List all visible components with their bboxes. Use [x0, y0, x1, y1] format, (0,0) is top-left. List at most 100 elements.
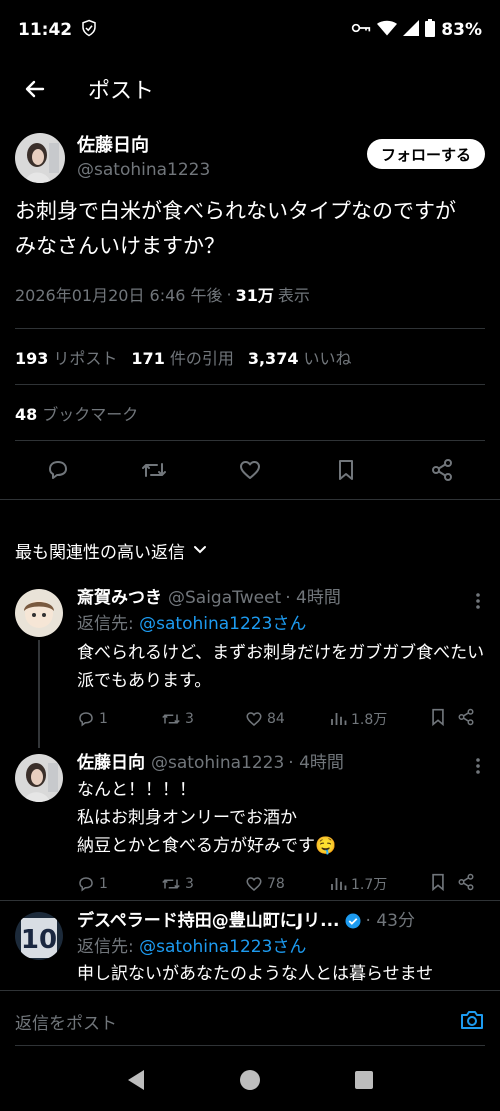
analytics-icon — [331, 713, 347, 725]
reply-like-button[interactable]: 78 — [245, 875, 329, 893]
bookmark-count: 48 — [15, 404, 38, 424]
post-meta: 2026年01月20日 6:46 午後 · 31万 表示 — [0, 276, 500, 312]
reply-like-count: 78 — [267, 876, 285, 892]
reply-repost-count: 3 — [185, 876, 194, 892]
reply-icon — [49, 461, 67, 479]
nav-recents-button[interactable] — [354, 1070, 374, 1094]
avatar[interactable]: 10 — [15, 912, 63, 960]
share-icon — [432, 459, 452, 481]
reply-metrics: 1 3 84 1.8万 — [77, 701, 485, 737]
like-label: いいね — [303, 348, 352, 368]
reply-share-button[interactable] — [457, 873, 475, 895]
reply-author-name[interactable]: デスペラード持田@豊山町にJリ... — [77, 908, 340, 934]
reply-item[interactable]: 佐藤日向 @satohina1223 · 4時間 なんと！！！！ 私はお刺身オン… — [0, 750, 500, 895]
reply-to-line: 返信先: @satohina1223さん — [77, 611, 485, 637]
reply-sort-selector[interactable]: 最も関連性の高い返信 — [0, 530, 500, 570]
reply-to-prefix: 返信先: — [77, 937, 140, 957]
avatar[interactable] — [15, 589, 63, 637]
reply-bookmark-button[interactable] — [429, 872, 447, 896]
avatar[interactable] — [15, 133, 65, 183]
reply-reply-button[interactable]: 1 — [77, 875, 161, 893]
camera-icon[interactable] — [459, 1008, 485, 1036]
author-handle[interactable]: @satohina1223 — [77, 158, 210, 182]
reply-reply-count: 1 — [99, 711, 108, 727]
view-label: 表示 — [277, 286, 310, 305]
reply-to-user[interactable]: @satohina1223さん — [139, 937, 306, 957]
likes-stat[interactable]: 3,374 いいね — [248, 345, 352, 369]
reply-sort-label: 最も関連性の高い返信 — [15, 542, 185, 563]
reply-item[interactable]: 斎賀みつき @SaigaTweet · 4時間 返信先: @satohina12… — [0, 585, 500, 750]
reposts-stat[interactable]: 193 リポスト — [15, 345, 117, 369]
bookmark-icon — [432, 873, 444, 892]
quote-count: 171 — [131, 348, 165, 368]
main-post: 佐藤日向 @satohina1223 フォローする お刺身で白米が食べられないタ… — [0, 118, 500, 500]
back-button[interactable] — [0, 60, 70, 118]
follow-button[interactable]: フォローする — [366, 139, 485, 169]
reply-text: なんと！！！！ 私はお刺身オンリーでお酒か 納豆とかと食べる方が好みです🤤 — [77, 780, 337, 856]
share-icon — [458, 873, 474, 891]
reply-time: · 43分 — [365, 911, 415, 931]
reply-item[interactable]: 10 デスペラード持田@豊山町にJリ... · 43分 返信先: @satohi… — [0, 908, 500, 990]
reply-to-line: 返信先: @satohina1223さん — [77, 934, 485, 960]
quotes-stat[interactable]: 171 件の引用 — [131, 345, 233, 369]
reply-like-count: 84 — [267, 711, 285, 727]
reply-metrics: 1 3 78 1.7万 — [77, 866, 485, 902]
reply-reply-count: 1 — [99, 876, 108, 892]
reply-reply-button[interactable]: 1 — [77, 710, 161, 728]
reply-time: · 4時間 — [285, 588, 341, 608]
post-timestamp[interactable]: 2026年01月20日 6:46 午後 — [15, 282, 223, 306]
like-button[interactable] — [230, 450, 270, 490]
share-button[interactable] — [422, 450, 462, 490]
chevron-down-icon — [194, 546, 206, 554]
reply-to-prefix: 返信先: — [77, 614, 140, 634]
square-recents-icon — [354, 1070, 373, 1089]
post-actions — [0, 441, 500, 499]
repost-button[interactable] — [134, 450, 174, 490]
reply-view-count: 1.7万 — [351, 877, 388, 893]
battery-icon — [425, 18, 436, 42]
reply-to-user[interactable]: @satohina1223さん — [139, 614, 306, 634]
reply-icon — [79, 712, 93, 727]
reply-repost-button[interactable]: 3 — [161, 875, 245, 893]
reply-views-button[interactable]: 1.8万 — [329, 709, 413, 729]
more-options-icon[interactable] — [476, 758, 480, 778]
reply-bookmark-button[interactable] — [429, 707, 447, 731]
reply-author-handle[interactable]: @satohina1223 — [151, 750, 284, 776]
repost-icon — [162, 879, 180, 889]
status-bar: 11:42 83% — [0, 0, 500, 60]
bookmark-button[interactable] — [326, 450, 366, 490]
bookmarks-stat[interactable]: 48 ブックマーク — [15, 401, 138, 425]
repost-icon — [142, 463, 166, 477]
bookmark-icon — [339, 460, 353, 480]
nav-home-button[interactable] — [239, 1069, 261, 1095]
reply-composer[interactable]: 返信をポスト — [0, 990, 500, 1052]
nav-back-button[interactable] — [126, 1069, 146, 1095]
heart-icon — [240, 461, 260, 479]
quote-label: 件の引用 — [169, 348, 234, 368]
reply-view-count: 1.8万 — [351, 712, 388, 728]
reply-button[interactable] — [38, 450, 78, 490]
reply-repost-button[interactable]: 3 — [161, 710, 245, 728]
reply-author-name[interactable]: 斎賀みつき — [77, 585, 162, 611]
verified-badge-icon — [345, 913, 361, 929]
reply-views-button[interactable]: 1.7万 — [329, 874, 413, 894]
reply-repost-count: 3 — [185, 711, 194, 727]
like-count: 3,374 — [247, 348, 299, 368]
reply-author-handle[interactable]: @SaigaTweet — [168, 585, 281, 611]
reply-author-name[interactable]: 佐藤日向 — [77, 750, 145, 776]
avatar[interactable] — [15, 754, 63, 802]
author-name[interactable]: 佐藤日向 — [77, 134, 210, 158]
cellular-icon — [403, 19, 420, 41]
reply-icon — [79, 877, 93, 892]
page-title: ポスト — [88, 79, 155, 104]
triangle-back-icon — [128, 1069, 145, 1090]
share-icon — [458, 708, 474, 726]
system-nav-bar — [0, 1052, 500, 1111]
arrow-left-icon — [25, 80, 45, 98]
reply-like-button[interactable]: 84 — [245, 710, 329, 728]
reply-input-placeholder[interactable]: 返信をポスト — [15, 1009, 117, 1034]
repost-label: リポスト — [53, 348, 118, 368]
more-options-icon[interactable] — [476, 593, 480, 613]
post-text: お刺身で白米が食べられないタイプなのですが みなさんいけますか？ — [15, 199, 456, 258]
reply-share-button[interactable] — [457, 708, 475, 730]
